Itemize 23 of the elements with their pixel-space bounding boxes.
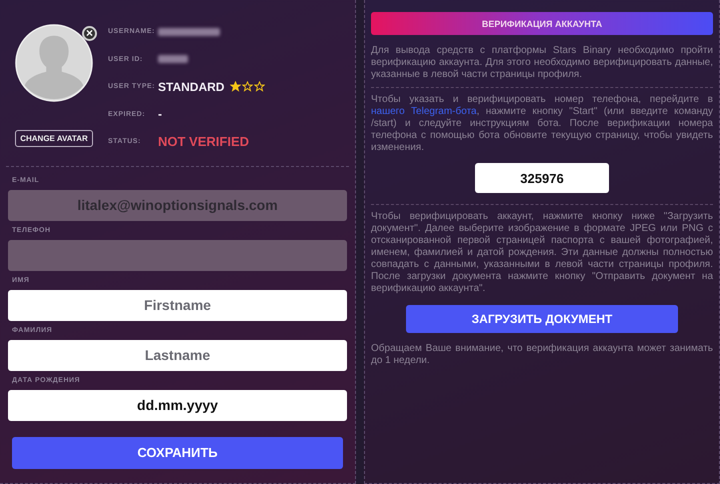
verification-code: 325976 bbox=[475, 163, 609, 193]
status-value: NOT VERIFIED bbox=[158, 134, 250, 150]
change-avatar-button[interactable]: CHANGE AVATAR bbox=[15, 130, 93, 147]
expired-value: - bbox=[158, 107, 162, 122]
input-field[interactable]: Firstname bbox=[8, 290, 347, 320]
intro-paragraph: Для вывода средств с платформы Stars Binary необходимо пройти верификацию аккаунта. Для этого необходимо верифицировать данные, указанные в левой части страницы профиля. bbox=[371, 45, 713, 81]
star-icon bbox=[230, 81, 242, 92]
redacted-text bbox=[158, 28, 220, 36]
telegram-link[interactable]: нашего Telegram-бота bbox=[371, 106, 477, 117]
document-paragraph: Чтобы верифицировать аккаунт, нажмите кнопку ниже "Загрузить документ". Далее выберите изображение в формате JPEG или PNG с отсканированной первой страницей паспорта с вашей фотографией, именем, фамилией и датой рождения. Эти данные должны полностью совпадать с данными, указанными в левой части страницы профиля. После загрузки документа нажмите кнопку "Отправить документ на верификацию аккаунта". bbox=[371, 211, 713, 295]
upload-document-button[interactable]: ЗАГРУЗИТЬ ДОКУМЕНТ bbox=[406, 305, 678, 333]
save-button[interactable]: СОХРАНИТЬ bbox=[12, 436, 343, 468]
input-field[interactable]: dd.mm.yyyy bbox=[8, 390, 347, 420]
user-type-value: STANDARD bbox=[158, 80, 224, 94]
remove-avatar-button[interactable]: × bbox=[82, 26, 97, 41]
avatar-icon bbox=[15, 24, 93, 102]
star-icon bbox=[254, 81, 266, 92]
input-field[interactable]: Lastname bbox=[8, 340, 347, 370]
star-icon bbox=[242, 81, 254, 92]
phone-paragraph: Чтобы указать и верифицировать номер телефона, перейдите в нашего Telegram-бота, нажмите кнопку "Start" (или введите команду /start) и следуйте инструкциям бота. После верификации номера телефона с помощью бота обновите текущую страницу, чтобы увидеть изменения. bbox=[371, 94, 713, 154]
note-paragraph: Обращаем Ваше внимание, что верификация аккаунта может занимать до 1 недели. bbox=[371, 343, 713, 367]
section-header: ВЕРИФИКАЦИЯ АККАУНТА bbox=[371, 12, 713, 35]
redacted-text bbox=[158, 55, 188, 64]
